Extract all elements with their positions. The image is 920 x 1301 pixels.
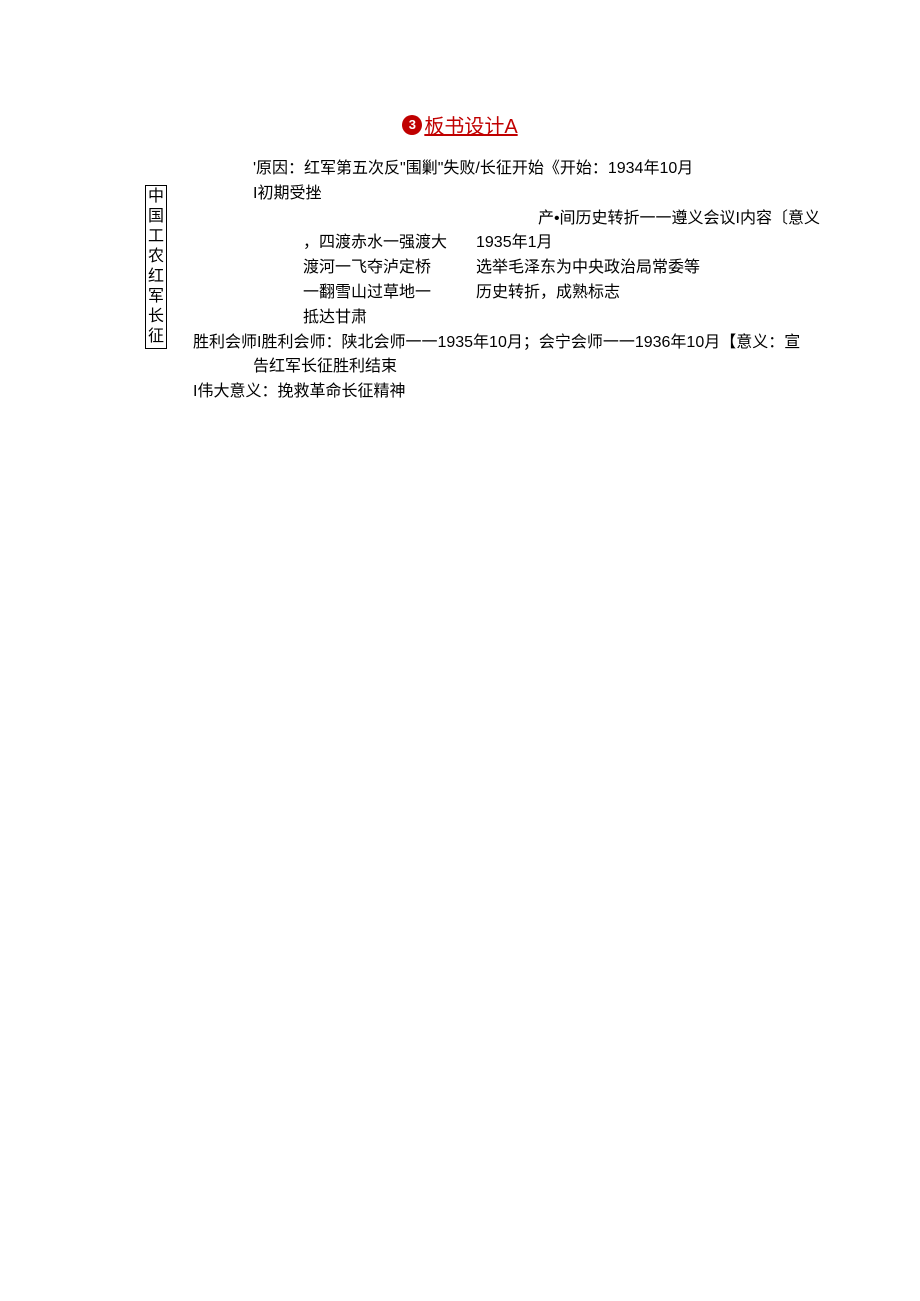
vchar: 红 — [146, 267, 166, 287]
line-victory-a: 胜利会师I胜利会师：陕北会师一一1935年10月；会宁会师一一1936年10月【… — [193, 331, 860, 356]
vchar: 国 — [146, 207, 166, 227]
title-text: 板书设计A — [424, 110, 517, 139]
col-left: 渡河一飞夺泸定桥 — [303, 256, 458, 281]
col-left: 一翻雪山过草地一 — [303, 281, 458, 306]
two-column-block: ，四渡赤水一强渡大 1935年1月 渡河一飞夺泸定桥 选举毛泽东为中央政治局常委… — [193, 231, 860, 330]
line-significance: I伟大意义：挽救革命长征精神 — [193, 380, 860, 405]
vchar: 长 — [146, 307, 166, 327]
circle-number-icon: 3 — [402, 115, 422, 135]
content-area: 中 国 工 农 红 军 长 征 '原因：红军第五次反"围剿"失败/长征开始《开始… — [0, 157, 920, 405]
line-early-setback: I初期受挫 — [193, 182, 860, 207]
col-right: 1935年1月 — [476, 231, 860, 256]
page-title: 3 板书设计A — [402, 110, 517, 139]
title-container: 3 板书设计A — [0, 110, 920, 139]
line-zunyi: 产•间历史转折一一遵义会议I内容〔意义 — [193, 207, 860, 232]
vchar: 军 — [146, 287, 166, 307]
line-cause: '原因：红军第五次反"围剿"失败/长征开始《开始：1934年10月 — [193, 157, 860, 182]
vchar: 工 — [146, 227, 166, 247]
body-text: '原因：红军第五次反"围剿"失败/长征开始《开始：1934年10月 I初期受挫 … — [193, 157, 860, 405]
col-right: 选举毛泽东为中央政治局常委等 — [476, 256, 860, 281]
vertical-topic-box: 中 国 工 农 红 军 长 征 — [145, 185, 167, 349]
line-victory-b: 告红军长征胜利结束 — [193, 355, 860, 380]
col-left: 抵达甘肃 — [303, 306, 458, 331]
vchar: 农 — [146, 247, 166, 267]
col-left: ，四渡赤水一强渡大 — [303, 231, 458, 256]
col-right — [476, 306, 860, 331]
vchar: 中 — [146, 187, 166, 207]
vchar: 征 — [146, 327, 166, 347]
col-right: 历史转折，成熟标志 — [476, 281, 860, 306]
